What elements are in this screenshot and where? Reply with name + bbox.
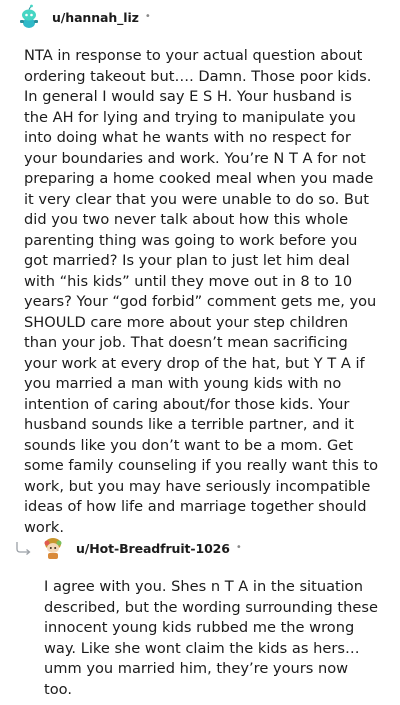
reply-arrow-icon: [16, 542, 31, 555]
comment-header: u/Hot-Breadfruit-1026 •: [14, 534, 242, 562]
comment-username[interactable]: u/hannah_liz: [52, 10, 139, 25]
comment-username[interactable]: u/Hot-Breadfruit-1026: [76, 541, 230, 556]
comment-body: I agree with you. Shes n T A in the situ…: [44, 578, 378, 698]
snoo-avatar-icon[interactable]: [40, 535, 66, 561]
comment-body: NTA in response to your actual question …: [24, 47, 379, 536]
comment-header: u/hannah_liz •: [16, 3, 151, 31]
meta-separator: •: [144, 11, 151, 22]
snoo-avatar-icon[interactable]: [16, 4, 42, 30]
meta-separator: •: [235, 542, 242, 553]
